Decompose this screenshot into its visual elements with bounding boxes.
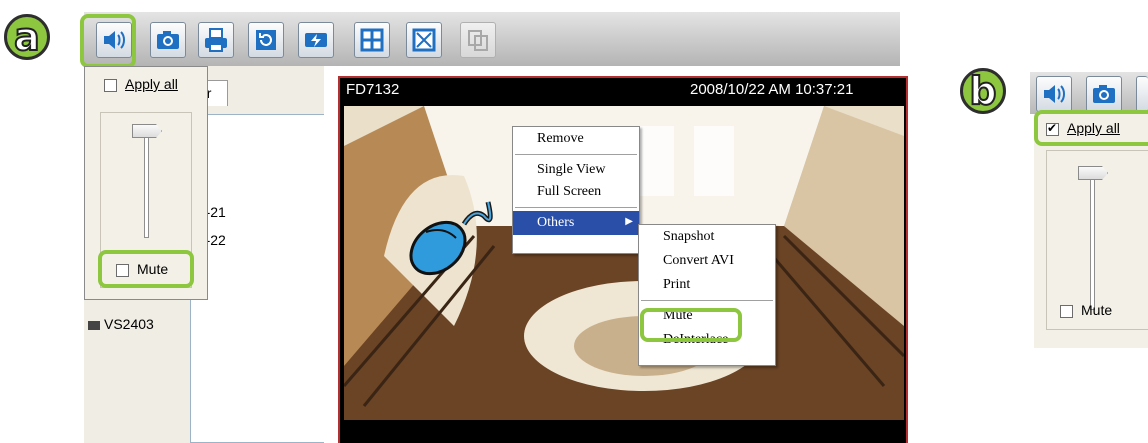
fullscreen-icon — [412, 28, 436, 52]
volume-slider-track-b[interactable] — [1090, 176, 1095, 310]
mouse-icon — [409, 201, 493, 276]
grid-layout-icon — [360, 28, 384, 52]
fullscreen-button[interactable] — [406, 22, 442, 58]
snapshot-button[interactable] — [1086, 76, 1122, 112]
context-menu: Remove Single View Full Screen Others ▶ — [512, 126, 640, 254]
menu-item-print[interactable]: Print — [639, 273, 775, 297]
menu-item-remove[interactable]: Remove — [513, 127, 639, 151]
speaker-button[interactable] — [1036, 76, 1072, 112]
flash-icon — [305, 33, 327, 47]
copy-icon — [468, 30, 488, 51]
copy-button[interactable] — [460, 22, 496, 58]
camera-name: FD7132 — [346, 81, 400, 98]
timestamp: 2008/10/22 AM 10:37:21 — [690, 81, 854, 98]
snapshot-button[interactable] — [150, 22, 186, 58]
mute-check-b[interactable] — [1060, 305, 1073, 319]
apply-all-check[interactable] — [104, 79, 117, 93]
flash-button[interactable] — [298, 22, 334, 58]
volume-slider-thumb[interactable] — [132, 124, 162, 138]
submenu: Snapshot Convert AVI Print Mute DeInterl… — [638, 224, 776, 366]
menu-item-convert-avi[interactable]: Convert AVI — [639, 249, 775, 273]
menu-separator — [641, 300, 773, 301]
refresh-button[interactable] — [248, 22, 284, 58]
menu-separator — [515, 207, 637, 208]
menu-item-single-view[interactable]: Single View — [513, 158, 639, 182]
menu-item-snapshot[interactable]: Snapshot — [639, 225, 775, 249]
volume-slider-thumb-b[interactable] — [1078, 166, 1108, 180]
printer-icon — [205, 28, 227, 52]
camera-device-icon — [88, 320, 100, 330]
mute-menu-highlight — [640, 308, 742, 342]
mute-checkbox-b[interactable]: Mute — [1060, 302, 1112, 319]
volume-slider-track[interactable] — [144, 134, 149, 238]
menu-separator — [515, 154, 637, 155]
speaker-button-highlight — [80, 14, 136, 68]
tree-list — [190, 114, 324, 443]
menu-item-full-screen[interactable]: Full Screen — [513, 180, 639, 204]
camera-icon — [157, 31, 179, 49]
layout-button[interactable] — [354, 22, 390, 58]
apply-all-checkbox[interactable]: Apply all — [104, 76, 178, 93]
print-button[interactable] — [1136, 76, 1148, 112]
label-badge-a: a — [4, 14, 50, 60]
menu-item-others[interactable]: Others ▶ — [513, 211, 639, 235]
mute-highlight — [98, 250, 194, 288]
refresh-icon — [256, 30, 276, 50]
camera-icon — [1093, 85, 1115, 103]
print-button[interactable] — [198, 22, 234, 58]
label-badge-b: b — [960, 68, 1006, 114]
speaker-icon — [1044, 85, 1065, 103]
apply-all-highlight — [1034, 110, 1148, 146]
tree-item-device[interactable]: VS2403 — [88, 316, 154, 332]
submenu-arrow-icon: ▶ — [625, 216, 633, 227]
